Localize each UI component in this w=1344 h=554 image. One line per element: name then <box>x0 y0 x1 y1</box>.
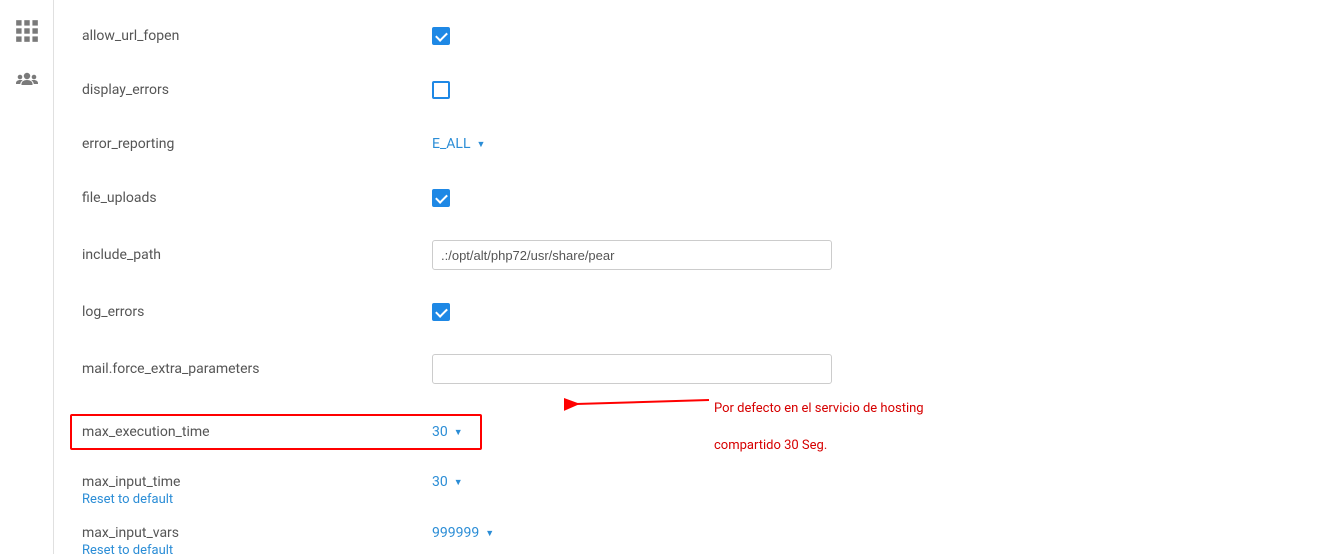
checkbox-display-errors[interactable] <box>432 81 450 99</box>
dropdown-value: E_ALL <box>432 136 471 152</box>
annotation-text: Por defecto en el servicio de hosting co… <box>714 382 924 455</box>
setting-row-display-errors: display_errors <box>82 78 1316 102</box>
chevron-down-icon: ▼ <box>477 139 486 150</box>
setting-row-max-input-vars: max_input_vars Reset to default 999999 ▼ <box>82 525 1316 554</box>
dropdown-value: 30 <box>432 474 448 490</box>
dropdown-max-execution-time[interactable]: 30 ▼ <box>432 424 463 440</box>
setting-row-error-reporting: error_reporting E_ALL ▼ <box>82 132 1316 156</box>
input-mail-force-extra-parameters[interactable] <box>432 354 832 384</box>
setting-row-max-execution-time: max_execution_time 30 ▼ <box>70 414 482 450</box>
chevron-down-icon: ▼ <box>454 477 463 488</box>
label-mail-force-extra-parameters: mail.force_extra_parameters <box>82 361 432 377</box>
checkbox-allow-url-fopen[interactable] <box>432 27 450 45</box>
label-include-path: include_path <box>82 247 432 263</box>
setting-row-mail-force-extra-parameters: mail.force_extra_parameters <box>82 354 1316 384</box>
label-log-errors: log_errors <box>82 304 432 320</box>
label-max-input-time: max_input_time <box>82 474 432 490</box>
apps-grid-icon[interactable] <box>12 18 42 44</box>
dropdown-max-input-time[interactable]: 30 ▼ <box>432 474 463 490</box>
label-max-input-vars: max_input_vars <box>82 525 432 541</box>
annotation: Por defecto en el servicio de hosting co… <box>564 382 924 455</box>
dropdown-value: 30 <box>432 424 448 440</box>
checkbox-log-errors[interactable] <box>432 303 450 321</box>
reset-max-input-time[interactable]: Reset to default <box>82 492 432 507</box>
label-file-uploads: file_uploads <box>82 190 432 206</box>
users-icon[interactable] <box>12 68 42 94</box>
checkbox-file-uploads[interactable] <box>432 189 450 207</box>
input-include-path[interactable] <box>432 240 832 270</box>
label-display-errors: display_errors <box>82 82 432 98</box>
reset-max-input-vars[interactable]: Reset to default <box>82 543 432 554</box>
setting-row-include-path: include_path <box>82 240 1316 270</box>
label-max-execution-time: max_execution_time <box>82 424 432 440</box>
label-error-reporting: error_reporting <box>82 136 432 152</box>
setting-row-allow-url-fopen: allow_url_fopen <box>82 24 1316 48</box>
setting-row-file-uploads: file_uploads <box>82 186 1316 210</box>
chevron-down-icon: ▼ <box>485 528 494 539</box>
dropdown-error-reporting[interactable]: E_ALL ▼ <box>432 136 485 152</box>
setting-row-log-errors: log_errors <box>82 300 1316 324</box>
dropdown-value: 999999 <box>432 525 479 541</box>
dropdown-max-input-vars[interactable]: 999999 ▼ <box>432 525 494 541</box>
chevron-down-icon: ▼ <box>454 427 463 438</box>
setting-row-max-input-time: max_input_time Reset to default 30 ▼ <box>82 474 1316 507</box>
label-allow-url-fopen: allow_url_fopen <box>82 28 432 44</box>
